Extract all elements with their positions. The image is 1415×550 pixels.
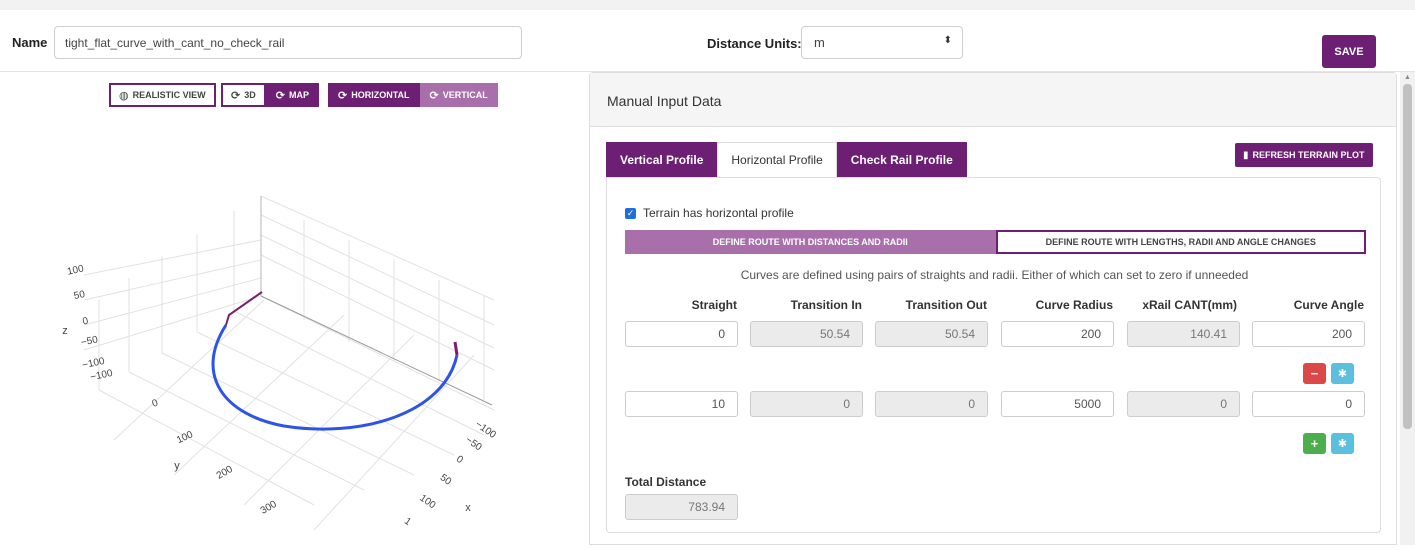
profile-tabs: Vertical Profile Horizontal Profile Chec… — [606, 142, 967, 178]
profile-toggle: ⟳ HORIZONTAL ⟳ VERTICAL — [328, 83, 498, 107]
top-bar: Name Distance Units: m ⬍ SAVE — [0, 0, 1415, 72]
y-tick: 300 — [259, 499, 279, 517]
column-header-straight: Straight — [691, 298, 737, 312]
total-distance-value: 783.94 — [625, 494, 738, 520]
manual-input-panel: Manual Input Data Vertical Profile Horiz… — [589, 72, 1397, 545]
y-tick: 0 — [151, 397, 160, 409]
panel-title: Manual Input Data — [590, 73, 1396, 127]
scroll-up-icon[interactable]: ▲ — [1404, 74, 1411, 81]
tab-horizontal-profile[interactable]: Horizontal Profile — [717, 142, 837, 178]
xrail-cant-value: 0 — [1127, 391, 1240, 417]
refresh-icon: ⟳ — [338, 89, 348, 102]
z-tick: 0 — [82, 316, 90, 328]
name-label: Name — [12, 35, 48, 50]
route-mode-toggle: DEFINE ROUTE WITH DISTANCES AND RADII DE… — [625, 230, 1366, 254]
sort-caret-icon: ⬍ — [943, 35, 952, 46]
column-header-transition-in: Transition In — [790, 298, 862, 312]
plus-icon: + — [1310, 436, 1319, 451]
remove-row-button[interactable]: − — [1303, 363, 1326, 384]
plot-grid — [83, 195, 495, 531]
y-tick: 200 — [215, 464, 235, 482]
toggle-vertical-button[interactable]: ⟳ VERTICAL — [419, 83, 498, 107]
gear-icon: ✱ — [1337, 368, 1348, 380]
row-settings-button[interactable]: ✱ — [1331, 363, 1354, 384]
y-tick: 100 — [175, 429, 195, 446]
mode-lengths-radii-angles-button[interactable]: DEFINE ROUTE WITH LENGTHS, RADII AND ANG… — [995, 230, 1366, 254]
refresh-icon: ⟳ — [231, 89, 241, 102]
total-distance-label: Total Distance — [625, 475, 707, 489]
transition-in-value: 0 — [750, 391, 863, 417]
name-input[interactable] — [54, 26, 522, 59]
add-row-button[interactable]: + — [1303, 433, 1326, 454]
straight-input[interactable]: 0 — [625, 321, 738, 347]
column-header-curve-radius: Curve Radius — [1035, 298, 1113, 312]
toggle-horizontal-button[interactable]: ⟳ HORIZONTAL — [328, 83, 420, 107]
toggle-map-button[interactable]: ⟳ MAP — [265, 83, 319, 107]
page-scrollbar[interactable]: ▲ — [1400, 72, 1415, 545]
curve-angle-input[interactable]: 0 — [1252, 391, 1365, 417]
x-axis-label: x — [465, 502, 471, 514]
x-tick: 0 — [454, 454, 465, 466]
horizontal-profile-checkbox-row[interactable]: ✓ Terrain has horizontal profile — [625, 206, 794, 220]
bar-chart-icon: ▮ — [1243, 149, 1249, 161]
refresh-terrain-plot-button[interactable]: ▮ REFRESH TERRAIN PLOT — [1235, 143, 1373, 167]
z-tick: 100 — [66, 263, 85, 277]
distance-units-label: Distance Units: — [707, 36, 802, 51]
tab-vertical-profile[interactable]: Vertical Profile — [606, 142, 718, 178]
refresh-icon: ⟳ — [429, 89, 439, 102]
xrail-cant-value: 140.41 — [1127, 321, 1240, 347]
scrollbar-thumb[interactable] — [1403, 84, 1412, 429]
curve-radius-input[interactable]: 5000 — [1001, 391, 1114, 417]
checkbox-checked-icon[interactable]: ✓ — [625, 207, 636, 219]
column-header-xrail-cant: xRail CANT(mm) — [1142, 298, 1237, 312]
realistic-view-button[interactable]: ◍ REALISTIC VIEW — [109, 83, 216, 107]
x-tick: 50 — [438, 472, 454, 488]
route-start-segment — [225, 291, 263, 326]
gear-icon: ✱ — [1337, 438, 1348, 450]
tab-check-rail-profile[interactable]: Check Rail Profile — [836, 142, 967, 178]
minus-icon: − — [1310, 366, 1319, 381]
route-end-segment — [453, 341, 459, 356]
globe-icon: ◍ — [119, 89, 129, 102]
mode-distances-radii-button[interactable]: DEFINE ROUTE WITH DISTANCES AND RADII — [625, 230, 996, 254]
3d-plot-svg: 100 50 0 −50 −100 −100 z 0 100 200 300 y… — [62, 195, 498, 531]
x-tick: 100 — [417, 493, 437, 512]
3d-plot[interactable]: 100 50 0 −50 −100 −100 z 0 100 200 300 y… — [14, 110, 574, 545]
z-axis-label: z — [62, 325, 68, 337]
row-settings-button[interactable]: ✱ — [1331, 433, 1354, 454]
y-axis-label: y — [174, 460, 180, 472]
x-tick: −100 — [473, 419, 498, 441]
z-tick: 50 — [73, 289, 87, 302]
x-tick: −50 — [463, 435, 484, 454]
realistic-view-group: ◍ REALISTIC VIEW — [109, 83, 216, 107]
checkbox-label: Terrain has horizontal profile — [643, 206, 794, 220]
column-header-transition-out: Transition Out — [905, 298, 987, 312]
dimension-toggle: ⟳ 3D ⟳ MAP — [221, 83, 319, 107]
toggle-3d-button[interactable]: ⟳ 3D — [221, 83, 266, 107]
x-tick: 1 — [402, 516, 413, 528]
curve-angle-input[interactable]: 200 — [1252, 321, 1365, 347]
refresh-icon: ⟳ — [275, 89, 285, 102]
straight-input[interactable]: 10 — [625, 391, 738, 417]
horizontal-profile-content: ✓ Terrain has horizontal profile DEFINE … — [606, 177, 1381, 533]
transition-in-value: 50.54 — [750, 321, 863, 347]
transition-out-value: 0 — [875, 391, 988, 417]
plot-panel: ◍ REALISTIC VIEW ⟳ 3D ⟳ MAP ⟳ HORIZONTAL… — [0, 72, 588, 545]
z-tick: −100 — [89, 368, 114, 384]
transition-out-value: 50.54 — [875, 321, 988, 347]
save-button[interactable]: SAVE — [1322, 35, 1376, 68]
curves-hint-text: Curves are defined using pairs of straig… — [740, 268, 1249, 282]
distance-units-value: m — [814, 35, 825, 50]
column-header-curve-angle: Curve Angle — [1293, 298, 1364, 312]
distance-units-select[interactable]: m ⬍ — [801, 26, 963, 59]
curve-radius-input[interactable]: 200 — [1001, 321, 1114, 347]
